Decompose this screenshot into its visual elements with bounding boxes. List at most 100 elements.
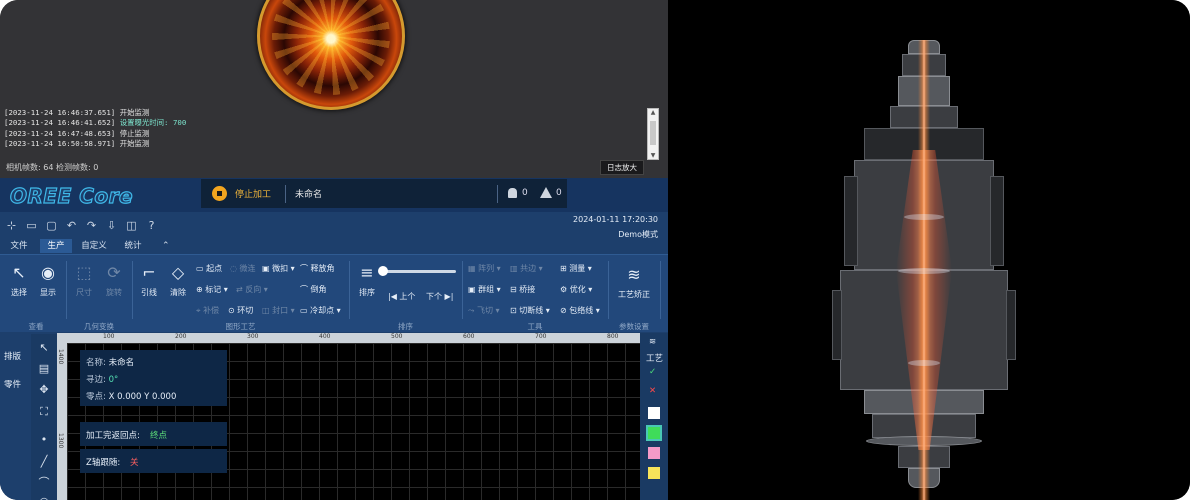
warning-icon[interactable] [540,187,552,198]
divider [132,261,133,319]
open-icon[interactable]: ▢ [44,218,59,233]
clear-button[interactable]: ◇ 清除 [164,263,192,298]
line-icon[interactable]: ╱ [36,454,52,470]
tab-production[interactable]: 生产 [40,239,72,253]
measure-button[interactable]: ⊞ 测量 ▾ [560,263,592,274]
common-edge-button[interactable]: ▥ 共边 ▾ [510,263,543,274]
app-logo: OREE Core [9,183,134,208]
cut-line-button[interactable]: ⊡ 切断线 ▾ [510,305,550,316]
tab-file[interactable]: 文件 [4,239,34,253]
lens [908,360,940,366]
tab-statistics[interactable]: 统计 [118,239,148,253]
scroll-down-icon[interactable]: ▼ [648,152,658,159]
stop-processing-button[interactable]: 停止加工 [235,187,271,200]
arc-icon[interactable]: ⌒ [36,475,52,491]
circle-icon[interactable]: ○ [36,494,52,500]
layer-swatch-yellow[interactable] [648,467,660,479]
melt-pool-camera-view [257,0,405,110]
rotate-button[interactable]: ⟳ 旋转 [100,263,128,298]
lens [904,214,944,220]
check-icon[interactable]: ✓ [649,367,656,377]
scroll-thumb[interactable] [650,121,656,145]
sort-slider-track[interactable] [382,270,456,273]
process-correction-button[interactable]: ≋ 工艺矫正 [612,265,656,300]
process-layer-strip: ≋ 工艺 ✓ ✕ [640,333,668,500]
optimize-button[interactable]: ⚙ 优化 ▾ [560,284,592,295]
redo-icon[interactable]: ↷ [84,218,99,233]
select-button[interactable]: ↖ 选择 [6,263,32,298]
sort-button[interactable]: ≡ 排序 [354,263,380,298]
fly-cut-button[interactable]: ⤳ 飞切 ▾ [468,305,500,316]
seal-button[interactable]: ◫ 封口 ▾ [262,305,295,316]
mark-button[interactable]: ⊕ 标记 ▾ [196,284,228,295]
bridge-button[interactable]: ⊟ 桥接 [510,284,535,295]
divider [608,261,609,319]
start-point-button[interactable]: ▭ 起点 [196,263,222,274]
lead-icon: ⌐ [142,263,156,282]
divider [660,261,661,319]
tiny-joint-button[interactable]: ◌ 微连 [230,263,256,274]
help-icon[interactable]: ? [144,218,159,233]
pan-icon[interactable]: ✥ [36,382,52,398]
size-button[interactable]: ⬚ 尺寸 [70,263,98,298]
group-button[interactable]: ▣ 群组 ▾ [468,284,501,295]
save-icon[interactable]: ▭ [24,218,39,233]
left-nav: 排版 零件 [0,334,30,500]
cooling-point-button[interactable]: ▭ 冷却点 ▾ [300,305,341,316]
layers-icon[interactable]: ≋ [649,337,656,347]
micro-joint-button[interactable]: ▣ 微扣 ▾ [262,263,295,274]
group-label-tools: 工具 [527,322,543,331]
release-angle-button[interactable]: ⌒ 释放角 [300,263,335,274]
scroll-up-icon[interactable]: ▲ [648,109,658,116]
ring-cut-button[interactable]: ⊙ 环切 [228,305,253,316]
title-bar: OREE Core 停止加工 未命名 0 0 [0,178,668,212]
envelope-button[interactable]: ⊘ 包络线 ▾ [560,305,600,316]
next-button[interactable]: 下个 ▶| [426,291,453,302]
previous-button[interactable]: |◀ 上个 [388,291,415,302]
lens [898,268,950,274]
log-zoom-button[interactable]: 日志放大 [600,160,644,175]
zoom-fit-icon[interactable]: ⛶ [36,404,52,420]
tab-custom[interactable]: 自定义 [76,239,112,253]
return-point-setting[interactable]: 加工完返回点: 终点 [80,422,227,446]
drawing-toolbar: ↖ ▤ ✥ ⛶ • ╱ ⌒ ○ [31,334,57,500]
nav-parts[interactable]: 零件 [4,378,21,390]
bell-icon[interactable] [508,188,517,198]
undo-icon[interactable]: ↶ [64,218,79,233]
display-button[interactable]: ◉ 显示 [34,263,62,298]
layer-swatch-white[interactable] [648,407,660,419]
log-scrollbar[interactable]: ▲ ▼ [647,108,659,160]
group-label-view: 查看 [28,322,44,331]
lead-button[interactable]: ⌐ 引线 [136,263,162,298]
layer-icon[interactable]: ◫ [124,218,139,233]
close-icon[interactable]: ✕ [649,386,656,396]
import-icon[interactable]: ⇩ [104,218,119,233]
frame-counter-status: 相机帧数: 64 检测帧数: 0 [6,163,99,172]
group-label-sort: 排序 [398,322,413,331]
stop-icon[interactable] [212,186,227,201]
layer-swatch-pink[interactable] [648,447,660,459]
part-info-card: 名称: 未命名 寻边: 0° 零点: X 0.000 Y 0.000 [80,350,227,406]
node-edit-icon[interactable]: ▤ [36,361,52,377]
point-icon[interactable]: • [36,432,52,448]
process-title: 工艺 [646,354,664,364]
nav-nesting[interactable]: 排版 [4,350,21,362]
rotate-icon: ⟳ [107,263,121,282]
reverse-button[interactable]: ⇄ 反向 ▾ [236,284,268,295]
z-follow-setting[interactable]: Z轴跟随: 关 [80,449,227,473]
collapse-ribbon-icon[interactable]: ⌃ [162,239,170,253]
melt-pool-monitor-panel: [2023-11-24 16:46:37.651] 开始监测 [2023-11-… [0,0,668,178]
chamfer-button[interactable]: ⌒ 倒角 [300,284,327,295]
alarm-area[interactable]: 0 0 [497,185,567,203]
alarm-count: 0 [522,188,528,198]
warning-count: 0 [556,188,562,198]
pointer-icon[interactable]: ↖ [36,340,52,356]
array-button[interactable]: ▦ 阵列 ▾ [468,263,501,274]
new-file-icon[interactable]: ⊹ [4,218,19,233]
compensate-button[interactable]: ⌖ 补偿 [196,305,219,316]
divider [349,261,350,319]
group-label-geometry: 几何变换 [84,322,114,331]
sort-slider-handle[interactable] [378,266,388,276]
layer-swatch-green[interactable] [646,425,662,441]
machine-status-bar: 停止加工 未命名 0 0 [201,179,567,208]
